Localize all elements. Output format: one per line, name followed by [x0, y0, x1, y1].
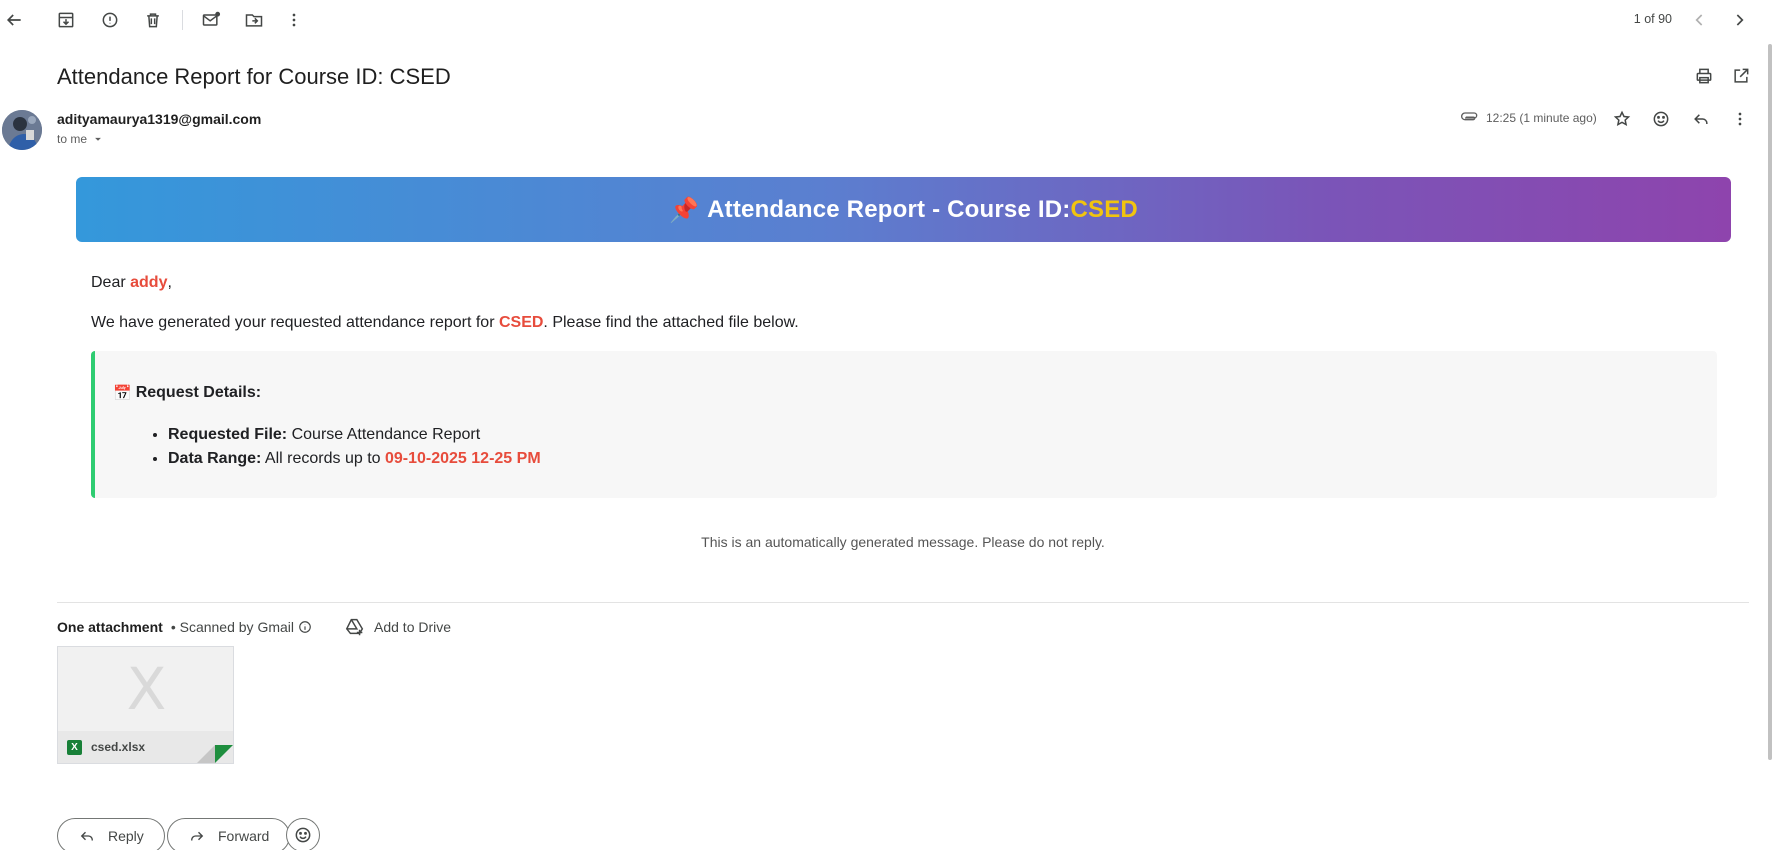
archive-icon — [58, 12, 74, 28]
divider — [57, 602, 1749, 603]
report-spam-icon — [102, 12, 118, 28]
more-options-button[interactable] — [280, 6, 308, 34]
add-to-drive-label: Add to Drive — [374, 619, 452, 635]
report-spam-button[interactable] — [96, 6, 124, 34]
intro-suffix: . Please find the attached file below. — [543, 314, 799, 331]
reply-icon — [80, 831, 93, 841]
print-icon — [1696, 68, 1712, 84]
page-fold-corner — [215, 745, 233, 763]
trash-icon — [147, 13, 159, 28]
intro-paragraph: We have generated your requested attenda… — [91, 314, 799, 332]
emoji-icon — [295, 827, 311, 843]
star-button[interactable] — [1608, 105, 1636, 133]
info-icon — [299, 621, 311, 633]
add-to-drive-button[interactable]: Add to Drive — [344, 616, 451, 638]
reply-button[interactable]: Reply — [57, 818, 165, 850]
add-reaction-pill-button[interactable] — [286, 818, 320, 850]
data-range-prefix: All records up to — [261, 450, 385, 467]
attachments-header: One attachment • Scanned by Gmail Add to… — [57, 616, 451, 638]
report-banner: 📌 Attendance Report - Course ID: CSED — [76, 177, 1731, 242]
request-details-heading: 📅 Request Details: — [113, 384, 261, 402]
sender-email: adityamaurya1319@gmail.com — [57, 111, 262, 127]
attachment-clip-icon — [1461, 112, 1478, 121]
open-in-new-icon — [1734, 68, 1749, 83]
star-icon — [1613, 110, 1631, 127]
recipient-name: addy — [130, 274, 168, 291]
greeting-suffix: , — [167, 274, 172, 291]
banner-title: Attendance Report - Course ID: — [707, 195, 1071, 223]
email-toolbar: 1 of 90 — [0, 0, 1772, 40]
recipient-details-toggle[interactable]: to me — [57, 132, 105, 146]
add-to-drive-icon — [345, 618, 364, 636]
forward-button[interactable]: Forward — [167, 818, 291, 850]
list-item: Requested File: Course Attendance Report — [168, 423, 541, 447]
forward-icon — [191, 831, 204, 841]
reply-icon-button[interactable] — [1687, 105, 1715, 133]
data-range-date: 09-10-2025 12-25 PM — [384, 450, 541, 467]
email-timestamp: 12:25 (1 minute ago) — [1486, 111, 1597, 125]
attachment-file-name: csed.xlsx — [91, 740, 146, 754]
back-button[interactable] — [0, 6, 28, 34]
scanned-by-gmail[interactable]: • Scanned by Gmail — [171, 619, 312, 635]
spreadsheet-preview-icon: X — [126, 655, 167, 723]
request-details-list: Requested File: Course Attendance Report… — [168, 423, 541, 471]
excel-file-icon: X — [67, 739, 82, 755]
auto-generated-notice: This is an automatically generated messa… — [701, 534, 1105, 550]
attachment-count: One attachment — [57, 619, 163, 635]
emoji-icon — [1653, 111, 1669, 127]
banner-course-id: CSED — [1070, 195, 1138, 223]
intro-prefix: We have generated your requested attenda… — [91, 314, 499, 331]
reply-label: Reply — [108, 828, 144, 844]
move-to-icon — [245, 14, 263, 27]
chevron-right-icon — [1736, 14, 1744, 26]
greeting: Dear addy, — [91, 274, 172, 292]
page-scrollbar[interactable] — [1768, 44, 1772, 760]
calendar-icon: 📅 — [113, 384, 132, 402]
pager-count: 1 of 90 — [1633, 12, 1672, 26]
data-range-label: Data Range: — [168, 450, 262, 467]
intro-course-id: CSED — [498, 314, 544, 331]
list-item: Data Range: All records up to 09-10-2025… — [168, 447, 541, 471]
older-email-button[interactable] — [1725, 6, 1753, 34]
attachment-card[interactable]: X X csed.xlsx — [57, 646, 234, 764]
message-more-button[interactable] — [1726, 105, 1754, 133]
request-details-title: Request Details: — [135, 384, 262, 401]
print-button[interactable] — [1690, 62, 1718, 90]
page-fold-shadow — [197, 745, 215, 763]
recipient-label: to me — [57, 132, 88, 146]
open-in-new-window-button[interactable] — [1727, 62, 1755, 90]
mark-unread-button[interactable] — [197, 6, 225, 34]
add-reaction-button[interactable] — [1647, 105, 1675, 133]
sender-avatar[interactable] — [2, 110, 42, 150]
arrow-left-icon — [6, 14, 21, 26]
newer-email-button[interactable] — [1686, 6, 1714, 34]
forward-label: Forward — [218, 828, 270, 844]
email-subject: Attendance Report for Course ID: CSED — [57, 64, 451, 89]
avatar-photo — [2, 110, 42, 150]
more-vertical-icon — [1738, 112, 1742, 126]
pushpin-icon: 📌 — [669, 195, 700, 224]
caret-down-icon — [95, 137, 101, 141]
requested-file-value: Course Attendance Report — [287, 426, 481, 443]
mark-unread-icon — [202, 11, 221, 26]
move-to-button[interactable] — [240, 6, 268, 34]
toolbar-divider — [182, 10, 183, 30]
requested-file-label: Requested File: — [168, 426, 288, 443]
reply-icon — [1694, 114, 1708, 124]
scanned-label: • Scanned by Gmail — [170, 619, 294, 635]
chevron-left-icon — [1695, 14, 1703, 26]
delete-button[interactable] — [139, 6, 167, 34]
request-details-box: 📅 Request Details: Requested File: Cours… — [91, 351, 1717, 498]
greeting-prefix: Dear — [91, 274, 131, 291]
more-vertical-icon — [292, 13, 296, 27]
archive-button[interactable] — [52, 6, 80, 34]
